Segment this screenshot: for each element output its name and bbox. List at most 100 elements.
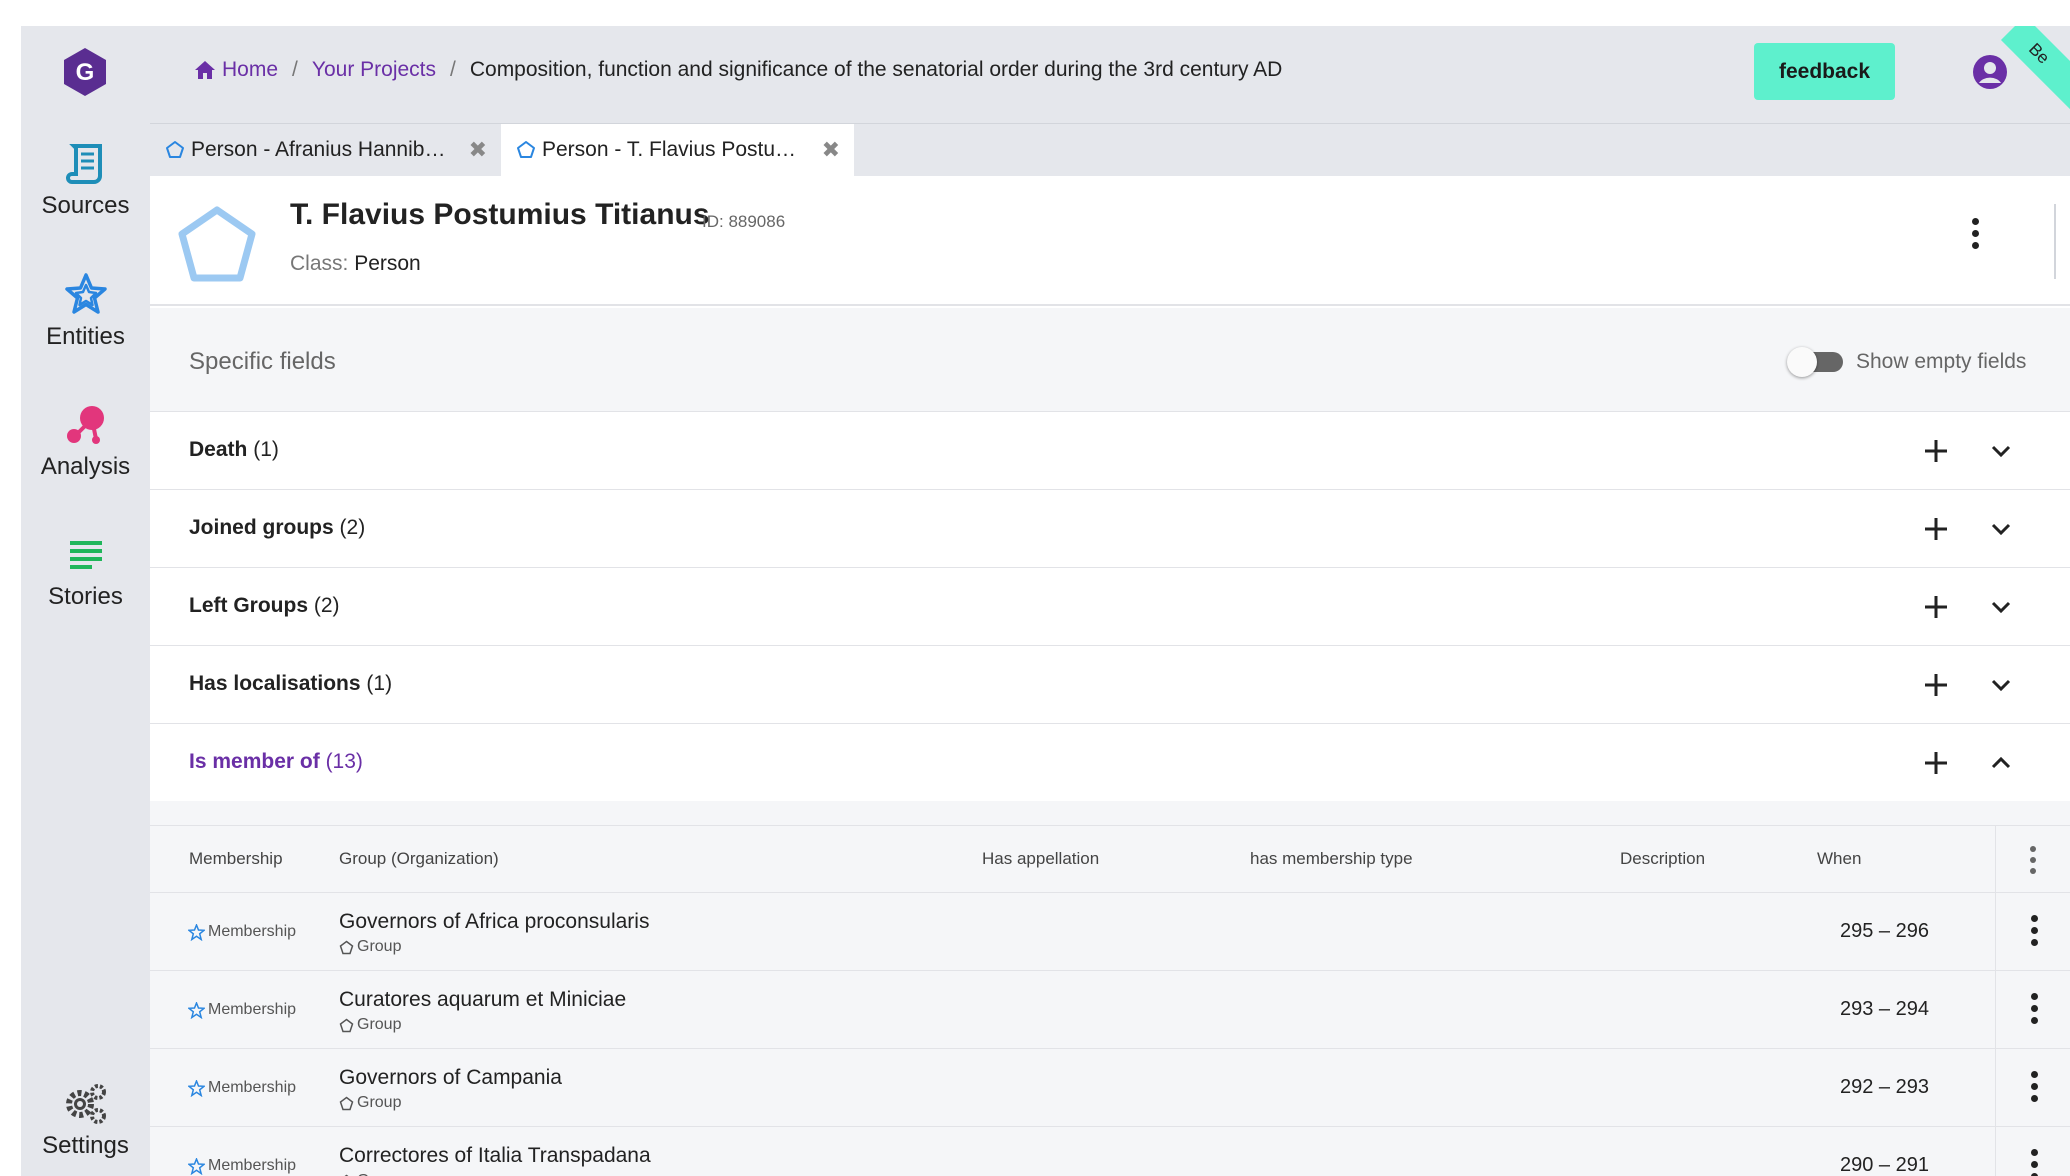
field-row-death[interactable]: Death (1) bbox=[150, 411, 2070, 489]
chevron-down-icon[interactable] bbox=[1990, 519, 2012, 539]
add-icon[interactable] bbox=[1923, 750, 1949, 776]
membership-table: Membership Group (Organization) Has appe… bbox=[150, 825, 2070, 1176]
group-class: Group bbox=[339, 938, 401, 956]
side-panel-handle[interactable] bbox=[2054, 204, 2070, 279]
table-row[interactable]: Membership Correctores of Italia Transpa… bbox=[150, 1127, 2070, 1176]
field-row-has-localisations[interactable]: Has localisations (1) bbox=[150, 645, 2070, 723]
fields-area: Specific fields Show empty fields Death … bbox=[150, 308, 2070, 1176]
top-bar: Home / Your Projects / Composition, func… bbox=[150, 26, 2070, 124]
gears-icon bbox=[65, 1084, 106, 1124]
breadcrumb-home-link[interactable]: Home bbox=[222, 58, 278, 82]
group-pentagon-icon bbox=[339, 1018, 354, 1032]
analysis-icon bbox=[66, 406, 104, 444]
row-menu[interactable] bbox=[1995, 1049, 2070, 1127]
row-menu-icon[interactable] bbox=[2030, 1071, 2038, 1102]
star-outline-icon bbox=[188, 923, 205, 941]
column-header[interactable]: Has appellation bbox=[982, 849, 1099, 869]
when-value: 293 – 294 bbox=[1840, 998, 1929, 1020]
chevron-up-icon[interactable] bbox=[1990, 753, 2012, 773]
sidebar-item-sources[interactable]: Sources bbox=[21, 140, 150, 220]
toggle-label: Show empty fields bbox=[1856, 350, 2027, 373]
field-title: Has localisations (1) bbox=[189, 672, 393, 695]
entity-id: ID: 889086 bbox=[702, 212, 786, 231]
row-menu[interactable] bbox=[1995, 893, 2070, 971]
group-name-link[interactable]: Curatores aquarum et Miniciae bbox=[339, 988, 626, 1012]
table-column-menu[interactable] bbox=[1995, 826, 2070, 893]
star-outline-icon bbox=[188, 1079, 205, 1097]
table-header: Membership Group (Organization) Has appe… bbox=[150, 826, 2070, 893]
feedback-button[interactable]: feedback bbox=[1754, 43, 1895, 100]
row-menu-icon[interactable] bbox=[2030, 1149, 2038, 1176]
star-outline-icon bbox=[188, 1157, 205, 1175]
sidebar-item-analysis[interactable]: Analysis bbox=[21, 401, 150, 481]
star-outline-icon bbox=[188, 1001, 205, 1019]
field-row-is-member-of[interactable]: Is member of (13) bbox=[150, 723, 2070, 801]
star-icon bbox=[64, 273, 107, 314]
breadcrumb-separator: / bbox=[292, 58, 298, 81]
sidebar-label-settings: Settings bbox=[42, 1132, 129, 1159]
when-value: 290 – 291 bbox=[1840, 1154, 1929, 1176]
field-title: Is member of (13) bbox=[189, 750, 363, 773]
pentagon-icon bbox=[517, 141, 535, 158]
sidebar-item-entities[interactable]: Entities bbox=[21, 271, 150, 351]
row-menu-icon[interactable] bbox=[2030, 993, 2038, 1024]
close-tab-icon[interactable]: ✖ bbox=[822, 137, 840, 163]
tab-person-afranius[interactable]: Person - Afranius Hannib… ✖ bbox=[150, 124, 501, 176]
entity-header: T. Flavius Postumius Titianus ID: 889086… bbox=[150, 176, 2070, 306]
membership-kind: Membership bbox=[188, 1001, 296, 1019]
add-icon[interactable] bbox=[1923, 438, 1949, 464]
tab-person-flavius[interactable]: Person - T. Flavius Postu… ✖ bbox=[501, 124, 854, 176]
group-name-link[interactable]: Governors of Africa proconsularis bbox=[339, 910, 649, 934]
column-header[interactable]: Group (Organization) bbox=[339, 849, 499, 869]
column-header[interactable]: When bbox=[1817, 849, 1861, 869]
sidebar-label-entities: Entities bbox=[46, 323, 125, 350]
field-title: Left Groups (2) bbox=[189, 594, 340, 617]
class-label: Class: bbox=[290, 252, 349, 275]
sidebar-label-stories: Stories bbox=[48, 583, 123, 610]
entity-title: T. Flavius Postumius Titianus bbox=[290, 198, 710, 231]
column-header[interactable]: has membership type bbox=[1250, 849, 1413, 869]
entity-menu-icon[interactable] bbox=[1971, 218, 1979, 249]
group-class: Group bbox=[339, 1172, 401, 1176]
chevron-down-icon[interactable] bbox=[1990, 675, 2012, 695]
row-menu-icon[interactable] bbox=[2030, 915, 2038, 946]
field-row-joined-groups[interactable]: Joined groups (2) bbox=[150, 489, 2070, 567]
pentagon-icon bbox=[166, 141, 184, 158]
table-row[interactable]: Membership Curatores aquarum et Miniciae… bbox=[150, 971, 2070, 1049]
column-header[interactable]: Membership bbox=[189, 849, 283, 869]
table-row[interactable]: Membership Governors of Campania Group 2… bbox=[150, 1049, 2070, 1127]
chevron-down-icon[interactable] bbox=[1990, 441, 2012, 461]
breadcrumb-separator: / bbox=[450, 58, 456, 81]
stories-icon bbox=[69, 541, 102, 569]
geovistory-logo[interactable]: G bbox=[61, 46, 109, 98]
column-menu-icon[interactable] bbox=[2029, 846, 2037, 874]
show-empty-fields-toggle[interactable] bbox=[1787, 345, 1843, 379]
tab-label: Person - T. Flavius Postu… bbox=[542, 138, 797, 161]
add-icon[interactable] bbox=[1923, 672, 1949, 698]
breadcrumb-current-project: Composition, function and significance o… bbox=[469, 58, 1283, 81]
chevron-down-icon[interactable] bbox=[1990, 597, 2012, 617]
membership-kind: Membership bbox=[188, 923, 296, 941]
add-icon[interactable] bbox=[1923, 594, 1949, 620]
sidebar-item-settings[interactable]: Settings bbox=[21, 1080, 150, 1160]
class-value: Person bbox=[354, 252, 421, 275]
close-tab-icon[interactable]: ✖ bbox=[469, 137, 487, 163]
when-value: 292 – 293 bbox=[1840, 1076, 1929, 1098]
group-name-link[interactable]: Governors of Campania bbox=[339, 1066, 562, 1090]
breadcrumb: Home / Your Projects / Composition, func… bbox=[194, 58, 1282, 82]
column-header[interactable]: Description bbox=[1620, 849, 1705, 869]
row-menu[interactable] bbox=[1995, 971, 2070, 1049]
table-row[interactable]: Membership Governors of Africa proconsul… bbox=[150, 893, 2070, 971]
breadcrumb-projects-link[interactable]: Your Projects bbox=[312, 58, 436, 82]
field-row-left-groups[interactable]: Left Groups (2) bbox=[150, 567, 2070, 645]
home-icon[interactable] bbox=[194, 60, 216, 80]
group-name-link[interactable]: Correctores of Italia Transpadana bbox=[339, 1144, 651, 1168]
sidebar: G Sources Entities Analysis Stories Sett… bbox=[21, 26, 150, 1176]
group-class: Group bbox=[339, 1016, 401, 1034]
sidebar-item-stories[interactable]: Stories bbox=[21, 531, 150, 611]
tab-bar: Person - Afranius Hannib… ✖ Person - T. … bbox=[150, 124, 2070, 176]
row-menu[interactable] bbox=[1995, 1127, 2070, 1176]
add-icon[interactable] bbox=[1923, 516, 1949, 542]
entity-panel: T. Flavius Postumius Titianus ID: 889086… bbox=[150, 176, 2070, 1176]
user-account-icon[interactable] bbox=[1972, 54, 2008, 90]
